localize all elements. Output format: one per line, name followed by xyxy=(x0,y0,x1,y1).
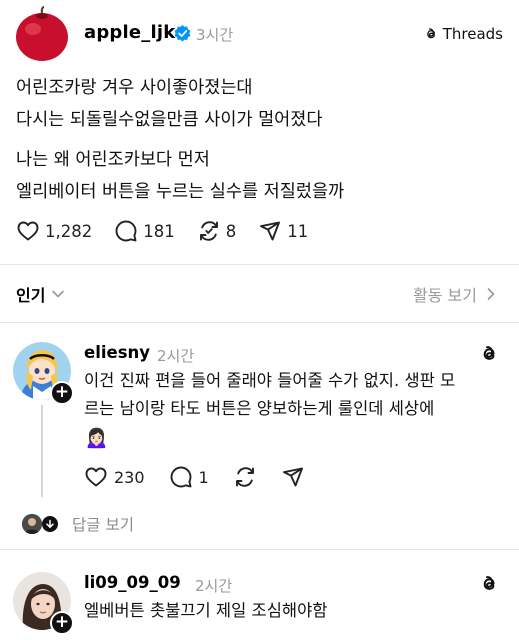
comment-button[interactable]: 181 xyxy=(114,219,175,243)
share-count: 11 xyxy=(287,221,309,241)
verified-badge-icon xyxy=(174,25,191,42)
divider xyxy=(0,264,519,265)
sort-label: 인기 xyxy=(16,286,46,305)
reply-emoji: 🙍🏻‍♀️ xyxy=(84,425,109,449)
repost-button[interactable]: 8 xyxy=(197,219,237,243)
comment-count: 181 xyxy=(143,221,175,241)
view-replies-button[interactable]: 답글 보기 xyxy=(22,513,134,535)
post-text-line: 나는 왜 어린조카보다 먼저 xyxy=(16,150,210,170)
person-avatar-image xyxy=(22,514,42,534)
reply-text-line: 엘베버튼 촛불끄기 제일 조심해야함 xyxy=(84,601,328,620)
view-replies-label: 답글 보기 xyxy=(72,516,134,534)
like-button[interactable]: 230 xyxy=(84,465,145,489)
like-count: 230 xyxy=(114,467,145,487)
heart-icon xyxy=(85,467,107,487)
threads-logo-icon[interactable] xyxy=(478,573,500,595)
follow-button[interactable]: + xyxy=(50,381,74,405)
reply-text-line: 르는 남이랑 타도 버튼은 양보하는게 룰인데 세상에 xyxy=(84,399,435,418)
thread-line xyxy=(41,405,43,497)
like-count: 1,282 xyxy=(45,221,93,241)
share-icon xyxy=(260,221,281,241)
post-text-line: 엘리베이터 버튼을 누르는 실수를 저질렀을까 xyxy=(16,182,345,202)
comment-icon xyxy=(170,466,191,488)
heart-icon xyxy=(17,221,39,241)
chevron-right-icon xyxy=(487,288,495,300)
reply-actions: 230 1 xyxy=(84,465,329,489)
chevron-down-icon xyxy=(52,290,65,298)
post-username[interactable]: apple_ljk xyxy=(84,22,175,43)
share-button[interactable] xyxy=(281,465,305,489)
threads-link[interactable]: Threads xyxy=(423,25,503,43)
reply-time: 2시간 xyxy=(195,577,233,595)
avatar[interactable] xyxy=(13,5,71,63)
divider xyxy=(0,322,519,323)
apple-avatar-image xyxy=(13,5,71,63)
activity-link[interactable]: 활동 보기 xyxy=(413,282,497,306)
arrow-down-icon xyxy=(40,514,60,534)
reply-time: 2시간 xyxy=(157,347,195,365)
post-time: 3시간 xyxy=(196,26,234,44)
activity-label: 활동 보기 xyxy=(413,286,477,305)
reply-text-line: 이건 진짜 편을 들어 줄래야 들어줄 수가 없지. 생판 모 xyxy=(84,371,456,390)
comment-icon xyxy=(115,220,137,242)
post-actions: 1,282 181 8 11 xyxy=(16,219,330,243)
comment-count: 1 xyxy=(198,467,209,487)
sort-dropdown[interactable]: 인기 xyxy=(16,282,65,306)
share-icon xyxy=(282,467,303,487)
threads-label: Threads xyxy=(442,25,503,43)
reply-username[interactable]: eliesny xyxy=(84,343,150,362)
mini-avatar xyxy=(22,514,42,534)
share-button[interactable]: 11 xyxy=(258,219,308,243)
post-text-line: 어린조카랑 겨우 사이좋아졌는대 xyxy=(16,78,253,98)
threads-logo-icon[interactable] xyxy=(478,343,500,365)
threads-logo-icon xyxy=(426,28,435,39)
follow-button[interactable]: + xyxy=(50,611,74,635)
comment-button[interactable]: 1 xyxy=(169,465,209,489)
like-button[interactable]: 1,282 xyxy=(16,219,92,243)
post-text-line: 다시는 되돌릴수없을만큼 사이가 멀어졌다 xyxy=(16,110,323,130)
repost-count: 8 xyxy=(225,221,237,241)
repost-icon xyxy=(235,467,254,487)
divider xyxy=(0,549,519,550)
repost-icon xyxy=(199,221,218,241)
reply-username[interactable]: li09_09_09 xyxy=(84,573,181,592)
repost-button[interactable] xyxy=(233,465,257,489)
